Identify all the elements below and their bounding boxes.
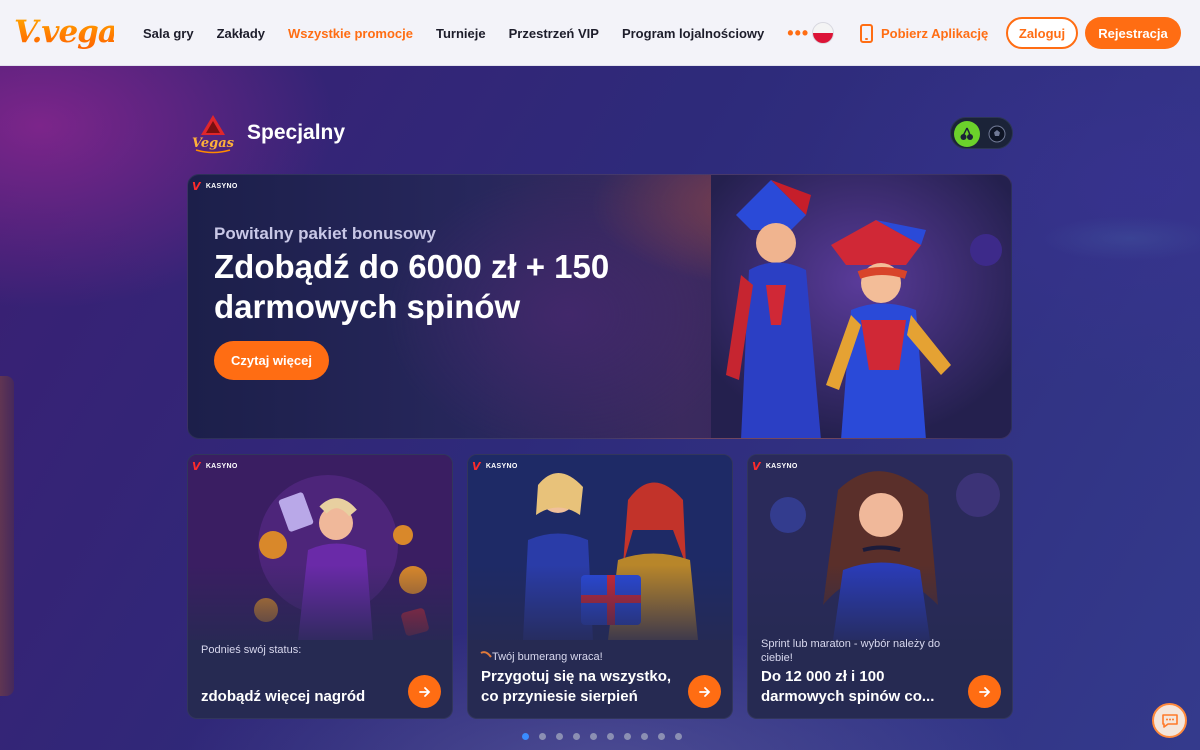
promo-card[interactable]: V KASYNO Podnieś swój status: zdobądź wi… (187, 454, 453, 719)
jester-illustration (711, 175, 1011, 438)
support-chat-button[interactable] (1152, 703, 1187, 738)
promo-card-subtitle: Sprint lub maraton - wybór należy do cie… (761, 638, 941, 664)
svg-text:Vegas: Vegas (192, 136, 235, 151)
pagination-dot[interactable] (556, 733, 563, 740)
pagination-dot[interactable] (539, 733, 546, 740)
nav-item-loyalty-program[interactable]: Program lojalnościowy (622, 26, 764, 41)
nav-item-bets[interactable]: Zakłady (217, 26, 265, 41)
soccer-ball-icon (988, 125, 1006, 143)
promo-card-title: Przygotuj się na wszystko, co przyniesie… (481, 668, 672, 705)
more-menu-icon[interactable]: ••• (787, 24, 809, 42)
pagination-dot[interactable] (522, 733, 529, 740)
promo-card-subtitle: Podnieś swój status: (201, 644, 302, 656)
carousel-pagination (522, 733, 682, 740)
casino-badge: V KASYNO (470, 457, 528, 475)
pagination-dot[interactable] (573, 733, 580, 740)
promo-card-title: Do 12 000 zł i 100 darmowych spinów co..… (761, 668, 935, 705)
cherries-icon (960, 127, 973, 140)
download-app-link[interactable]: Pobierz Aplikację (860, 0, 988, 66)
casino-badge: V KASYNO (190, 457, 248, 475)
promo-card-title: zdobądź więcej nagród (201, 688, 366, 705)
nav-item-vip-space[interactable]: Przestrzeń VIP (509, 26, 599, 41)
boomerang-icon (480, 651, 492, 658)
nav-item-tournaments[interactable]: Turnieje (436, 26, 486, 41)
chat-bubble-icon (1161, 713, 1178, 728)
arrow-right-icon (978, 686, 990, 697)
pagination-dot[interactable] (658, 733, 665, 740)
vvegas-v-icon: V (752, 459, 761, 473)
promo-card-arrow-button[interactable] (408, 675, 441, 708)
pagination-dot[interactable] (607, 733, 614, 740)
casino-badge-label: KASYNO (485, 462, 518, 470)
promo-card-arrow-button[interactable] (688, 675, 721, 708)
login-button[interactable]: Zaloguj (1006, 17, 1078, 49)
casino-sport-toggle[interactable] (950, 117, 1013, 149)
casino-badge: V KASYNO (190, 177, 248, 195)
sport-toggle-option[interactable] (984, 121, 1010, 147)
register-button[interactable]: Rejestracja (1085, 17, 1181, 49)
language-flag-icon[interactable] (812, 22, 834, 44)
nav-item-game-hall[interactable]: Sala gry (143, 26, 194, 41)
hero-title: Zdobądź do 6000 zł + 150 darmowych spinó… (214, 248, 610, 325)
promo-card[interactable]: V KASYNO Sprint lub maraton - wybór nale… (747, 454, 1013, 719)
promo-card[interactable]: V KASYNO Twój bumerang wraca! Przygotuj … (467, 454, 733, 719)
arrow-right-icon (698, 686, 710, 697)
nav-item-all-promotions[interactable]: Wszystkie promocje (288, 26, 413, 41)
vvegas-v-icon: V (192, 179, 201, 193)
main-nav: Sala gry Zakłady Wszystkie promocje Turn… (143, 0, 809, 66)
hero-subtitle: Powitalny pakiet bonusowy (214, 224, 436, 243)
background-decoration (1040, 216, 1200, 261)
smartphone-icon (860, 23, 873, 43)
vegas-section-logo-icon: Vegas (192, 115, 235, 154)
pagination-dot[interactable] (675, 733, 682, 740)
hero-promo-banner[interactable]: V KASYNO Powitalny pakiet bonusowy Zdobą… (187, 174, 1012, 439)
casino-badge-label: KASYNO (205, 182, 238, 190)
read-more-button[interactable]: Czytaj więcej (214, 341, 329, 380)
background-decoration (0, 376, 14, 696)
casino-badge: V KASYNO (750, 457, 808, 475)
casino-toggle-option[interactable] (954, 121, 980, 147)
pagination-dot[interactable] (624, 733, 631, 740)
section-title: Specjalny (247, 121, 346, 144)
pagination-dot[interactable] (590, 733, 597, 740)
vvegas-v-icon: V (192, 459, 201, 473)
download-app-label: Pobierz Aplikację (881, 25, 989, 41)
promo-card-subtitle: Twój bumerang wraca! (492, 651, 603, 663)
arrow-right-icon (418, 686, 430, 697)
casino-badge-label: KASYNO (205, 462, 238, 470)
pagination-dot[interactable] (641, 733, 648, 740)
vvegas-v-icon: V (472, 459, 481, 473)
promo-card-arrow-button[interactable] (968, 675, 1001, 708)
casino-badge-label: KASYNO (765, 462, 798, 470)
vvegas-logo[interactable]: V.vegas (14, 10, 134, 54)
top-header: V.vegas Sala gry Zakłady Wszystkie promo… (0, 0, 1200, 66)
